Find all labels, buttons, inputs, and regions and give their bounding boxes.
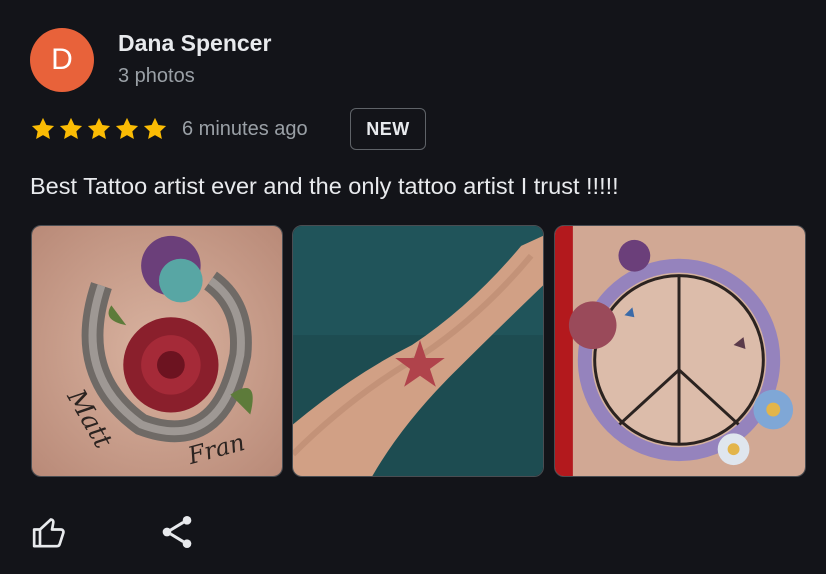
star-icon <box>87 117 111 140</box>
star-icon <box>31 117 55 140</box>
reviewer-name[interactable]: Dana Spencer <box>118 30 271 57</box>
star-rating <box>29 115 169 143</box>
thumbs-up-icon <box>32 518 65 548</box>
star-icon <box>143 117 167 140</box>
reviewer-photo-count: 3 photos <box>118 65 195 87</box>
tattoo-photo-star-arm <box>293 226 543 476</box>
like-button[interactable] <box>30 512 70 552</box>
review-text: Best Tattoo artist ever and the only tat… <box>30 173 619 199</box>
review-time: 6 minutes ago <box>182 118 308 140</box>
review-photo-2[interactable] <box>292 225 544 477</box>
review-photo-1[interactable]: Matt Fran <box>31 225 283 477</box>
new-badge: NEW <box>350 108 426 150</box>
star-icon <box>115 117 139 140</box>
tattoo-photo-roses-horseshoe: Matt Fran <box>32 226 282 476</box>
avatar[interactable]: D <box>30 28 94 92</box>
tattoo-photo-peace-sign <box>555 226 805 476</box>
review-photo-3[interactable] <box>554 225 806 477</box>
share-button[interactable] <box>157 512 197 552</box>
share-icon <box>162 516 192 548</box>
star-icon <box>59 117 83 140</box>
